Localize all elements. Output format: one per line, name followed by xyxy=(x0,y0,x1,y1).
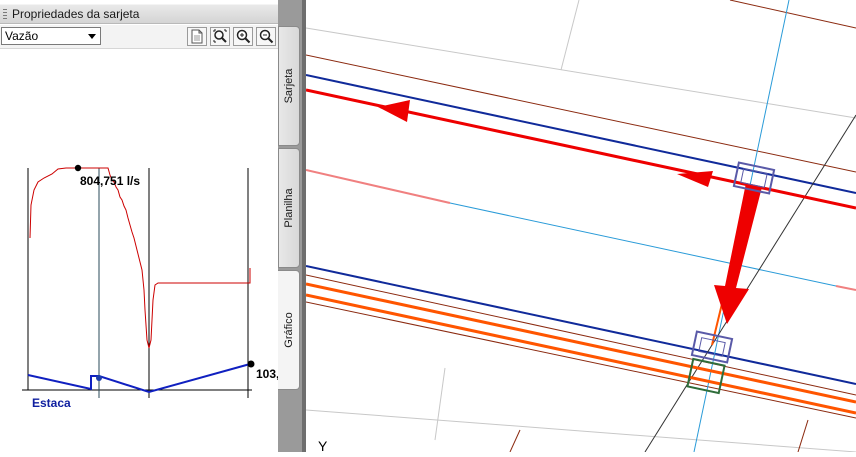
flow-graph: 804,751 l/s 103, Estaca xyxy=(0,48,279,452)
brown-line xyxy=(509,429,521,453)
zoom-in-icon xyxy=(236,29,251,44)
flow-graph-canvas: 804,751 l/s 103, Estaca xyxy=(22,164,279,410)
tab-sarjeta-label: Sarjeta xyxy=(283,68,295,104)
zoom-out-icon xyxy=(259,29,274,44)
gray-line xyxy=(305,409,856,453)
brown-line xyxy=(305,274,856,396)
zoom-in-button[interactable] xyxy=(233,27,253,46)
panel-title-bar[interactable]: Propriedades da sarjeta xyxy=(0,4,278,24)
navy-line xyxy=(305,265,856,385)
pink-line xyxy=(835,285,856,291)
panel-toolbar: Vazão xyxy=(0,25,278,49)
zoom-extents-icon xyxy=(213,29,227,43)
tab-sarjeta[interactable]: Sarjeta xyxy=(278,26,300,146)
tab-planilha-label: Planilha xyxy=(283,188,295,228)
drawing-canvas[interactable]: Y xyxy=(305,0,856,454)
axis-letter: Y xyxy=(318,438,328,452)
properties-panel: Propriedades da sarjeta Vazão 804,751 l/… xyxy=(0,0,279,452)
variable-select-value: Vazão xyxy=(5,29,39,43)
orange-pipe xyxy=(305,293,856,415)
panel-title: Propriedades da sarjeta xyxy=(12,7,140,21)
tab-planilha[interactable]: Planilha xyxy=(278,148,300,268)
brown-line xyxy=(797,419,809,453)
profile-marker[interactable] xyxy=(96,375,102,381)
tab-grafico[interactable]: Gráfico xyxy=(278,270,300,390)
flow-curve xyxy=(29,167,251,349)
vertical-tab-strip: Sarjeta Planilha Gráfico xyxy=(278,0,302,452)
cyan-line xyxy=(449,202,837,287)
inlet-structure-icon[interactable] xyxy=(690,330,734,364)
flow-arrow-icon xyxy=(677,171,713,187)
gray-line xyxy=(434,367,446,441)
document-button[interactable] xyxy=(187,27,207,46)
zoom-out-button[interactable] xyxy=(256,27,276,46)
document-icon xyxy=(191,29,203,44)
max-flow-marker[interactable] xyxy=(74,164,82,172)
tab-grafico-label: Gráfico xyxy=(282,312,295,348)
chevron-down-icon[interactable] xyxy=(88,34,96,39)
brown-line xyxy=(729,0,856,29)
profile-line xyxy=(27,363,251,394)
end-value-label: 103, xyxy=(256,367,278,381)
max-flow-label: 804,751 l/s xyxy=(80,174,140,188)
x-axis-label: Estaca xyxy=(32,396,71,410)
end-marker[interactable] xyxy=(247,360,255,368)
brown-line xyxy=(305,301,856,419)
pink-line xyxy=(305,169,451,204)
grip-handle[interactable] xyxy=(3,9,7,21)
gray-line xyxy=(560,0,580,71)
variable-select[interactable]: Vazão xyxy=(1,27,101,45)
drawing-viewport[interactable]: Y xyxy=(305,0,856,454)
zoom-extents-button[interactable] xyxy=(210,27,230,46)
orange-pipe xyxy=(305,282,856,404)
flow-arrow-icon xyxy=(714,183,762,324)
flow-arrow-icon xyxy=(378,100,410,122)
